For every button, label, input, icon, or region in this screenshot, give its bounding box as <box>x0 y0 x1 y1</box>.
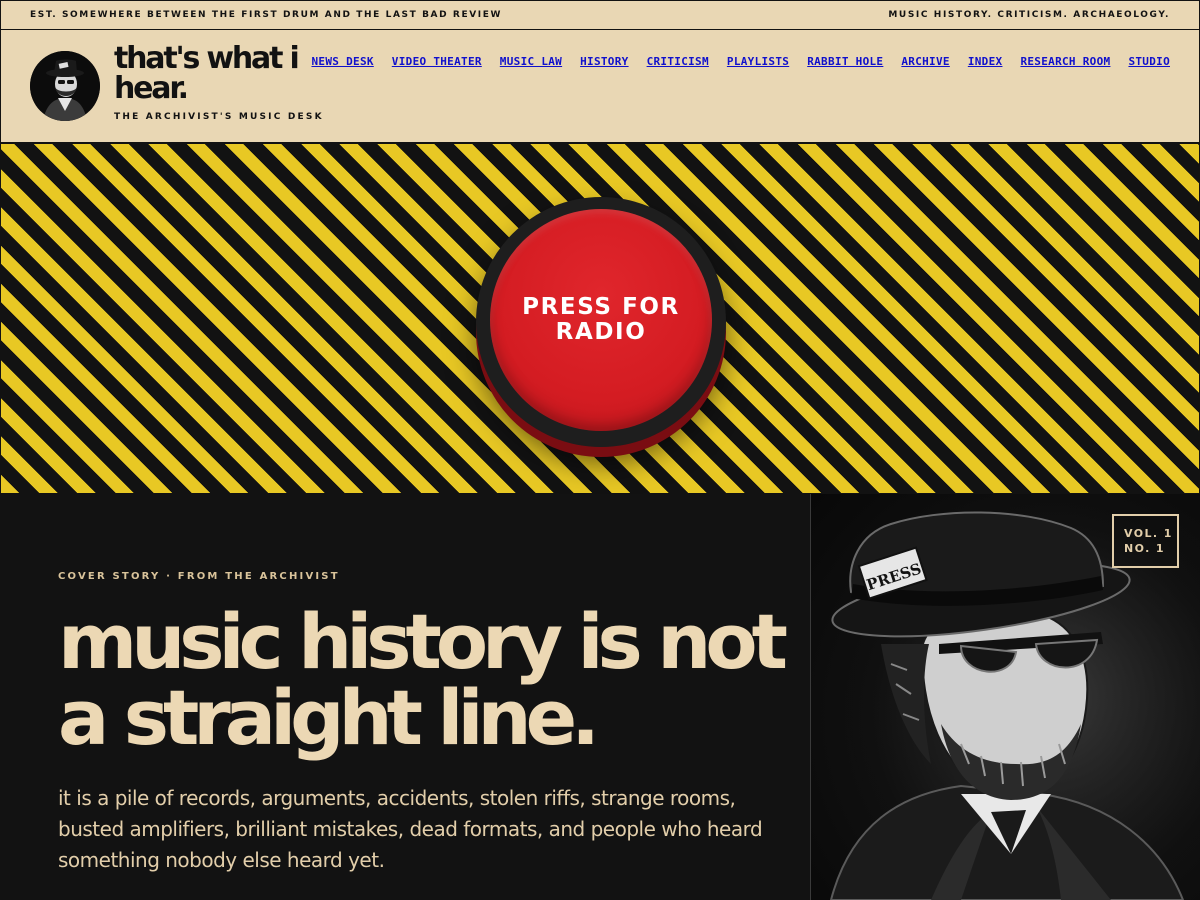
issue-badge: VOL. 1 NO. 1 <box>1112 514 1179 568</box>
nav-news-desk[interactable]: NEWS DESK <box>311 54 373 70</box>
nav-index[interactable]: INDEX <box>968 54 1003 70</box>
radio-button-housing: PRESS FOR RADIO <box>476 197 726 457</box>
nav-studio[interactable]: STUDIO <box>1128 54 1170 70</box>
radio-button-label: PRESS FOR RADIO <box>522 294 680 345</box>
nav-playlists[interactable]: PLAYLISTS <box>727 54 789 70</box>
nav-research-room[interactable]: RESEARCH ROOM <box>1020 54 1110 70</box>
cover-story: COVER STORY · FROM THE ARCHIVIST music h… <box>0 494 810 900</box>
cover-headline[interactable]: music history is not a straight line. <box>58 604 798 756</box>
press-for-radio-button[interactable]: PRESS FOR RADIO <box>490 209 712 431</box>
top-strip: EST. SOMEWHERE BETWEEN THE FIRST DRUM AN… <box>0 0 1200 30</box>
main-nav: NEWS DESK VIDEO THEATER MUSIC LAW HISTOR… <box>310 54 1170 70</box>
avatar-illustration <box>30 51 100 121</box>
site-subtitle: THE ARCHIVIST'S MUSIC DESK <box>114 112 324 122</box>
issue-number: NO. 1 <box>1124 542 1165 555</box>
cover-kicker: COVER STORY · FROM THE ARCHIVIST <box>58 571 340 582</box>
site-header: that's what i hear. THE ARCHIVIST'S MUSI… <box>0 30 1200 143</box>
nav-criticism[interactable]: CRITICISM <box>647 54 709 70</box>
archivist-portrait-icon[interactable] <box>30 51 100 121</box>
nav-video-theater[interactable]: VIDEO THEATER <box>392 54 482 70</box>
hazard-stripe-banner: PRESS FOR RADIO <box>0 143 1200 494</box>
cover-portrait: PRESS VOL. 1 NO. 1 <box>810 494 1200 900</box>
issue-volume: VOL. 1 <box>1124 527 1173 540</box>
nav-music-law[interactable]: MUSIC LAW <box>500 54 562 70</box>
nav-rabbit-hole[interactable]: RABBIT HOLE <box>807 54 883 70</box>
tagline-left: EST. SOMEWHERE BETWEEN THE FIRST DRUM AN… <box>30 10 502 20</box>
tagline-right: MUSIC HISTORY. CRITICISM. ARCHAEOLOGY. <box>888 10 1170 20</box>
site-title[interactable]: that's what i hear. <box>114 44 324 104</box>
nav-history[interactable]: HISTORY <box>580 54 628 70</box>
nav-archive[interactable]: ARCHIVE <box>901 54 949 70</box>
cover-dek: it is a pile of records, arguments, acci… <box>58 786 763 872</box>
